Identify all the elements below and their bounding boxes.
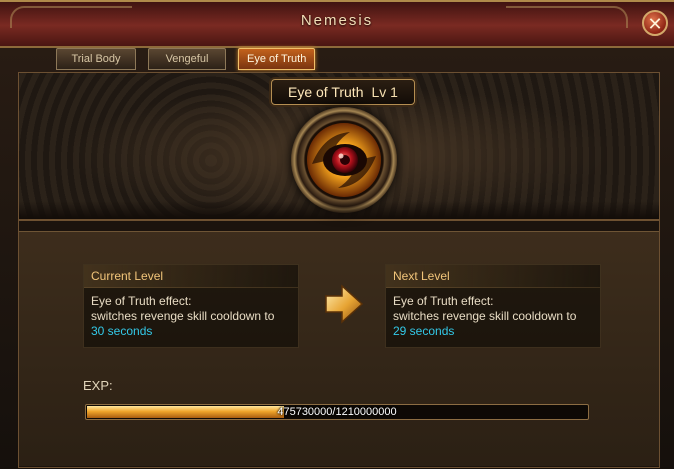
eye-emblem-graphic <box>307 123 381 197</box>
exp-label: EXP: <box>83 378 113 393</box>
current-effect-line1: Eye of Truth effect: <box>91 294 192 308</box>
current-level-heading: Current Level <box>84 265 298 288</box>
current-level-body: Eye of Truth effect: switches revenge sk… <box>84 288 298 339</box>
current-effect-line2: switches revenge skill cooldown to <box>91 309 275 323</box>
exp-progress-text: 475730000/1210000000 <box>277 406 397 418</box>
next-effect-line2: switches revenge skill cooldown to <box>393 309 577 323</box>
close-icon[interactable]: ✕ <box>642 10 668 36</box>
skill-name: Eye of Truth <box>288 84 364 100</box>
tab-eye-of-truth[interactable]: Eye of Truth <box>238 48 316 70</box>
exp-progress-bar: 475730000/1210000000 <box>85 404 589 420</box>
title-bar: Nemesis ✕ <box>0 0 674 48</box>
tab-trial-body[interactable]: Trial Body <box>56 48 136 70</box>
skill-title-plate: Eye of Truth Lv 1 <box>271 79 415 105</box>
nemesis-window: Nemesis ✕ Trial Body Vengeful Soul Eye o… <box>0 0 674 469</box>
current-level-box: Current Level Eye of Truth effect: switc… <box>83 264 299 348</box>
content-area: Eye of Truth Lv 1 Current Level Eye of T… <box>18 72 660 468</box>
arrow-right-icon <box>325 284 364 324</box>
skill-banner: Eye of Truth Lv 1 <box>19 73 659 221</box>
level-comparison-panel: Current Level Eye of Truth effect: switc… <box>19 231 659 466</box>
tab-bar: Trial Body Vengeful Soul Eye of Truth <box>56 48 316 85</box>
next-level-box: Next Level Eye of Truth effect: switches… <box>385 264 601 348</box>
skill-level: Lv 1 <box>371 84 398 100</box>
next-level-heading: Next Level <box>386 265 600 288</box>
next-cooldown-value: 29 seconds <box>393 324 455 338</box>
next-effect-line1: Eye of Truth effect: <box>393 294 494 308</box>
eye-of-truth-icon <box>291 107 397 213</box>
current-cooldown-value: 30 seconds <box>91 324 153 338</box>
window-title: Nemesis <box>300 12 374 29</box>
tab-vengeful-soul[interactable]: Vengeful Soul <box>148 48 226 85</box>
next-level-body: Eye of Truth effect: switches revenge sk… <box>386 288 600 339</box>
